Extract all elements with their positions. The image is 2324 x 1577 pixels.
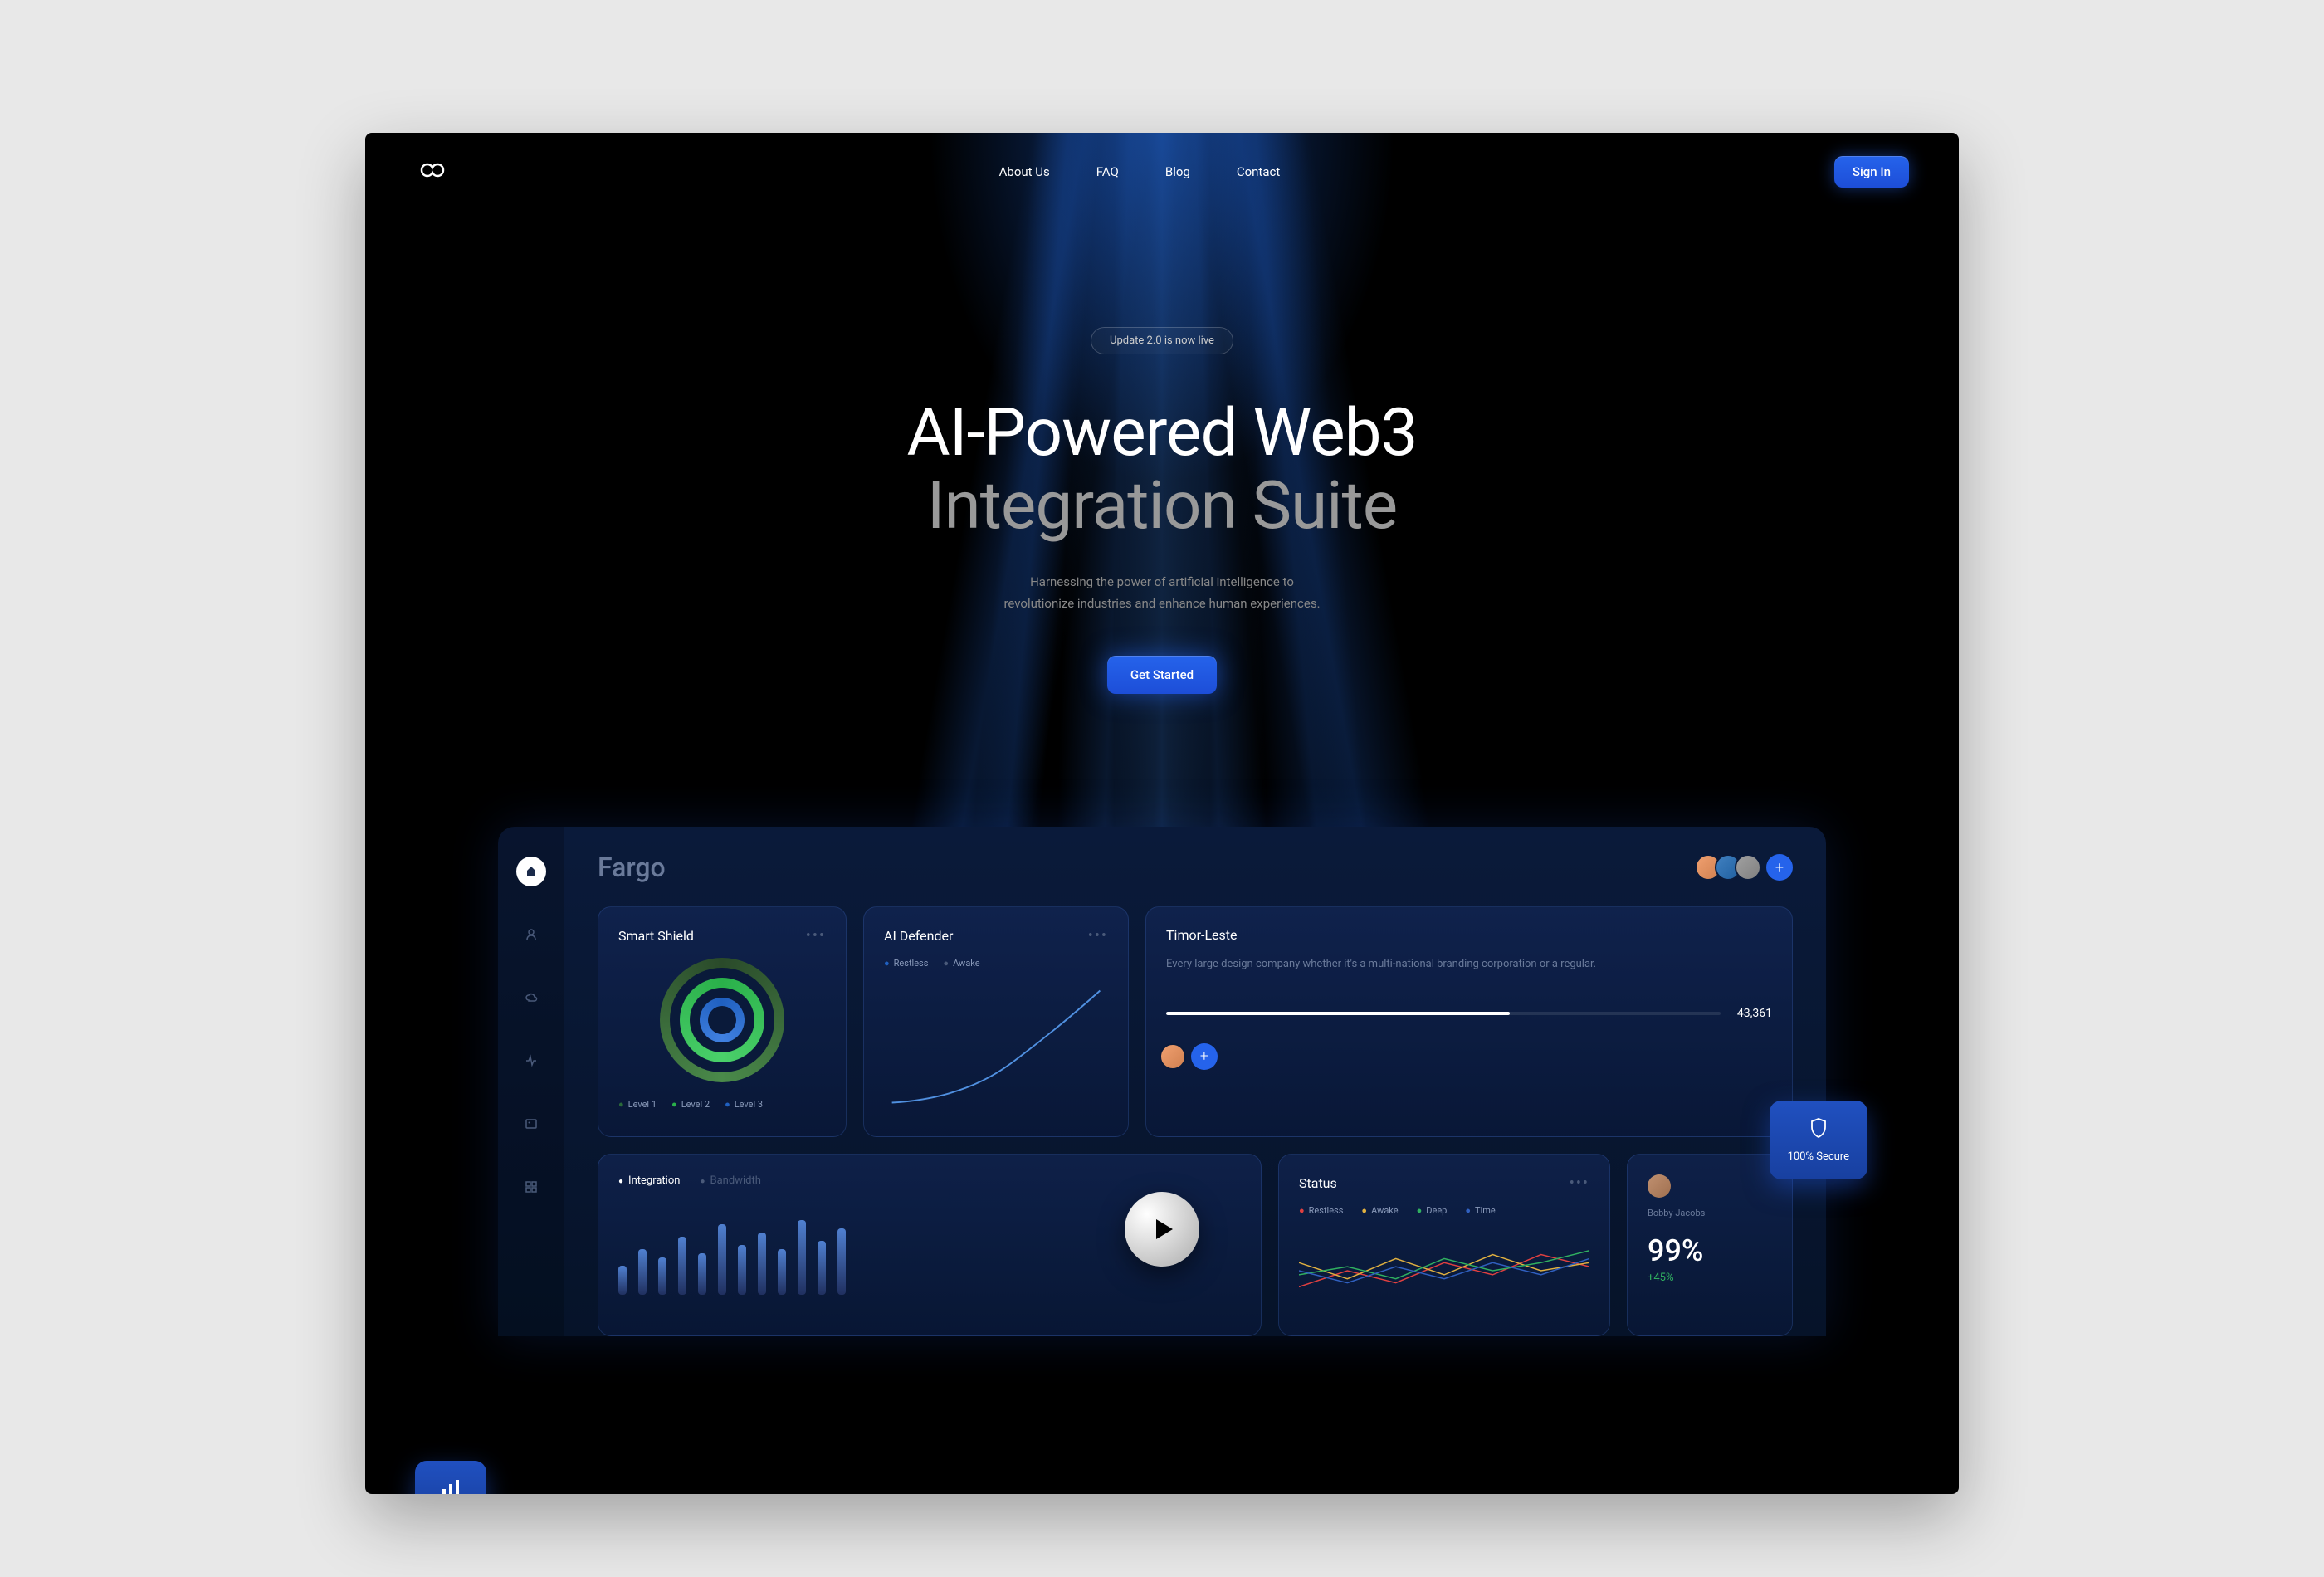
sidebar-home-icon[interactable] <box>516 857 546 886</box>
profile-change: +45% <box>1648 1272 1772 1284</box>
hero-title-line2: Integration Suite <box>365 469 1959 542</box>
card-title: Timor-Leste <box>1166 927 1238 943</box>
progress-bar[interactable] <box>1166 1012 1721 1015</box>
profile-name: Bobby Jacobs <box>1648 1208 1772 1218</box>
card-description: Every large design company whether it's … <box>1166 956 1772 974</box>
ai-defender-card: AI Defender ••• Restless Awake <box>863 906 1129 1137</box>
nav-faq[interactable]: FAQ <box>1096 164 1119 179</box>
nav-blog[interactable]: Blog <box>1165 164 1190 179</box>
hero-subtitle: Harnessing the power of artificial intel… <box>365 572 1959 614</box>
avatar[interactable] <box>1160 1043 1186 1070</box>
nav-about[interactable]: About Us <box>999 164 1050 179</box>
chart-icon <box>440 1477 461 1494</box>
integration-tabs: Integration Bandwidth <box>618 1174 1241 1187</box>
dashboard-sidebar <box>498 827 564 1336</box>
hero-section: Update 2.0 is now live AI-Powered Web3 I… <box>365 211 1959 760</box>
defender-legend: Restless Awake <box>884 958 1108 969</box>
avatar-group: + <box>1702 854 1793 881</box>
progress-value: 43,361 <box>1737 1007 1772 1020</box>
profile-percent: 99% <box>1648 1233 1772 1268</box>
shield-legend: Level 1 Level 2 Level 3 <box>618 1099 826 1110</box>
card-title: Status <box>1299 1175 1337 1191</box>
status-card: Status ••• Restless Awake Deep Time <box>1278 1154 1610 1336</box>
update-badge: Update 2.0 is now live <box>1091 327 1233 354</box>
smart-shield-card: Smart Shield ••• Level 1 Level 2 Level 3 <box>598 906 847 1137</box>
sidebar-image-icon[interactable] <box>516 1109 546 1139</box>
add-user-button[interactable]: + <box>1191 1043 1218 1070</box>
hero-title-line1: AI-Powered Web3 <box>907 393 1418 471</box>
site-header: About Us FAQ Blog Contact Sign In <box>365 133 1959 211</box>
add-user-button[interactable]: + <box>1766 854 1793 881</box>
tab-bandwidth[interactable]: Bandwidth <box>700 1174 760 1187</box>
more-icon[interactable]: ••• <box>1570 1174 1589 1192</box>
sidebar-grid-icon[interactable] <box>516 1172 546 1202</box>
more-icon[interactable]: ••• <box>806 927 826 945</box>
timor-leste-card: Timor-Leste Every large design company w… <box>1145 906 1793 1137</box>
dashboard-preview: Fargo + Smart Shield••• Level 1 Level 2 <box>498 827 1826 1336</box>
status-lines-chart <box>1299 1229 1589 1312</box>
secure-badge: 100% Secure <box>1770 1101 1868 1179</box>
sidebar-activity-icon[interactable] <box>516 1046 546 1076</box>
avatar[interactable] <box>1735 854 1761 881</box>
nav-contact[interactable]: Contact <box>1237 164 1280 179</box>
tab-integration[interactable]: Integration <box>618 1174 680 1187</box>
dashboard-title: Fargo <box>598 852 666 883</box>
status-legend: Restless Awake Deep Time <box>1299 1205 1589 1216</box>
shield-icon <box>1809 1117 1828 1139</box>
more-icon[interactable]: ••• <box>1088 927 1108 945</box>
avatar[interactable] <box>1648 1174 1671 1198</box>
card-title: Smart Shield <box>618 928 694 944</box>
shield-rings-chart <box>660 958 784 1082</box>
sidebar-user-icon[interactable] <box>516 920 546 950</box>
profile-card: Bobby Jacobs 99% +45% <box>1627 1154 1793 1336</box>
signin-button[interactable]: Sign In <box>1834 156 1909 188</box>
card-title: AI Defender <box>884 928 953 944</box>
dashboard-main: Fargo + Smart Shield••• Level 1 Level 2 <box>564 827 1826 1336</box>
main-nav: About Us FAQ Blog Contact <box>999 164 1281 179</box>
bottom-floating-card <box>415 1461 486 1494</box>
defender-curve-chart <box>884 980 1108 1113</box>
sidebar-cloud-icon[interactable] <box>516 983 546 1013</box>
get-started-button[interactable]: Get Started <box>1107 656 1217 694</box>
play-button[interactable] <box>1125 1192 1199 1267</box>
hero-title: AI-Powered Web3 Integration Suite <box>365 396 1959 542</box>
logo[interactable] <box>415 160 445 183</box>
secure-badge-text: 100% Secure <box>1788 1150 1849 1163</box>
